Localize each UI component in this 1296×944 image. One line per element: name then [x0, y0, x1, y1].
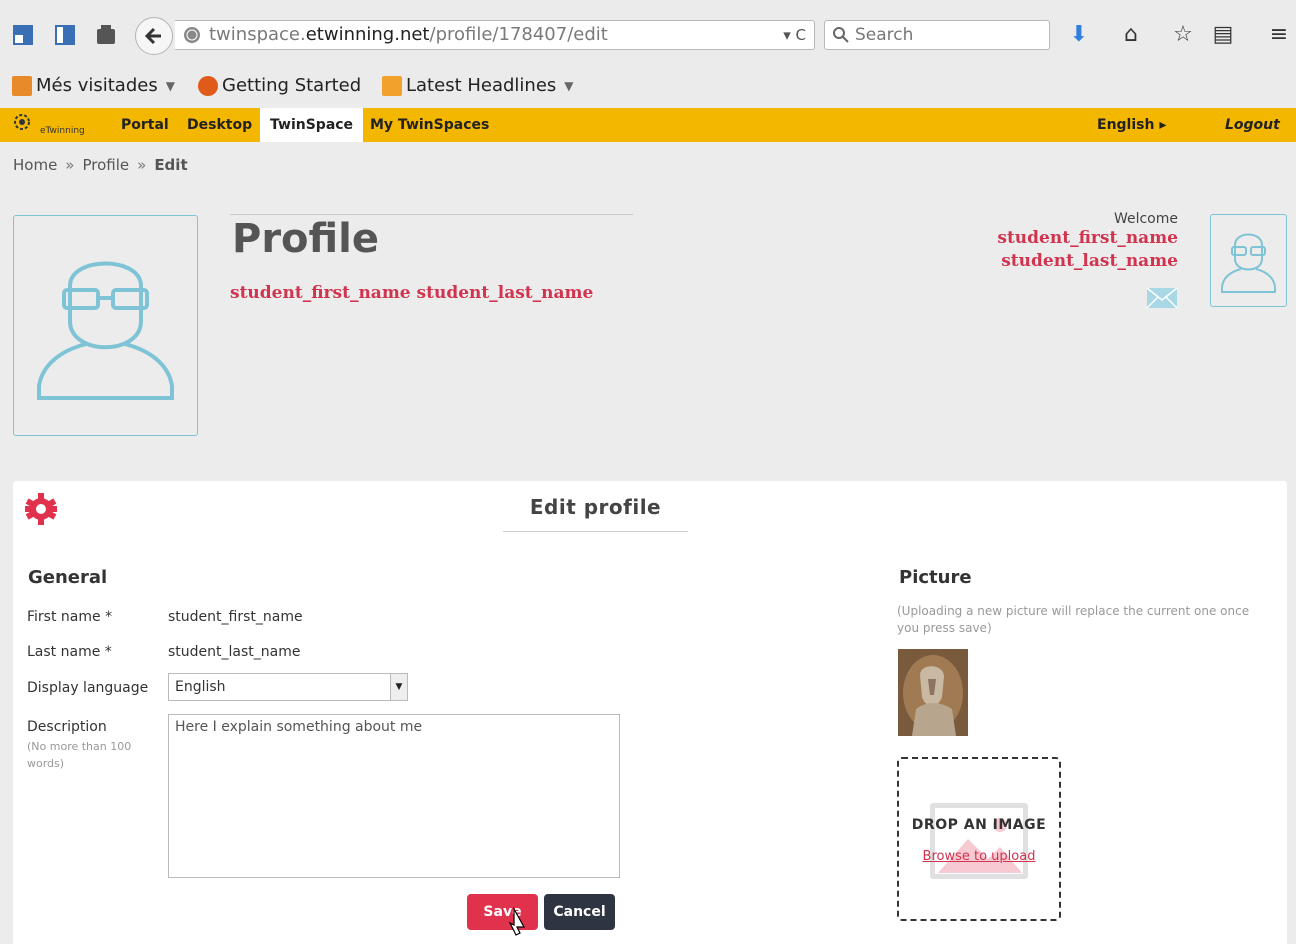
edit-profile-title: Edit profile: [503, 495, 688, 532]
welcome-first-name[interactable]: student_first_name: [997, 227, 1178, 250]
chevron-down-icon: ▼: [564, 79, 574, 93]
chevron-down-icon: ▼: [165, 79, 175, 93]
nav-my-twinspaces[interactable]: My TwinSpaces: [370, 108, 489, 142]
first-name-value: student_first_name: [168, 609, 303, 625]
search-icon: [833, 27, 849, 43]
reload-button[interactable]: ▾ C: [783, 21, 806, 49]
breadcrumb: Home » Profile » Edit: [13, 156, 188, 174]
welcome-label: Welcome: [1113, 211, 1178, 227]
folder-icon: [12, 76, 32, 96]
display-language-select[interactable]: English ▼: [168, 673, 408, 701]
bookmark-label: Latest Headlines: [406, 75, 557, 96]
reading-list-icon[interactable]: ▤: [1210, 22, 1236, 48]
breadcrumb-separator: »: [65, 156, 75, 174]
url-path: /profile/178407/edit: [429, 24, 608, 45]
page-title: Profile: [232, 216, 380, 262]
nav-portal[interactable]: Portal: [121, 108, 169, 142]
nav-desktop[interactable]: Desktop: [187, 108, 252, 142]
last-name-value: student_last_name: [168, 644, 301, 660]
image-placeholder-icon: [930, 803, 1028, 879]
gear-icon[interactable]: [24, 492, 58, 526]
nav-twinspace[interactable]: TwinSpace: [260, 108, 364, 142]
general-heading: General: [28, 567, 108, 588]
profile-full-name[interactable]: student_first_name student_last_name: [230, 283, 593, 303]
bookmark-label: Més visitades: [36, 75, 158, 96]
last-name-label: Last name *: [27, 644, 112, 660]
logout-link[interactable]: Logout: [1225, 108, 1280, 142]
breadcrumb-current: Edit: [154, 156, 188, 174]
rss-icon: [382, 76, 402, 96]
sidebar-icon[interactable]: [54, 24, 76, 46]
globe-icon: [184, 27, 200, 43]
breadcrumb-home[interactable]: Home: [13, 156, 57, 174]
picture-heading: Picture: [899, 567, 972, 588]
bookmark-label: Getting Started: [222, 75, 362, 96]
browse-upload-link[interactable]: Browse to upload: [899, 849, 1059, 864]
chevron-down-icon[interactable]: ▼: [390, 674, 407, 700]
bookmark-star-icon[interactable]: ☆: [1170, 22, 1196, 48]
url-bar[interactable]: twinspace.etwinning.net/profile/178407/e…: [175, 20, 815, 50]
picture-hint: (Uploading a new picture will replace th…: [897, 604, 1250, 635]
back-button[interactable]: [135, 17, 173, 55]
url-prefix: twinspace.: [209, 24, 306, 45]
user-avatar-icon: [37, 261, 174, 400]
bookmark-latest-headlines[interactable]: Latest Headlines ▼: [382, 74, 574, 98]
download-icon[interactable]: ⬇: [1066, 22, 1092, 48]
profile-picture-thumbnail[interactable]: [898, 649, 968, 736]
first-name-label: First name *: [27, 609, 113, 625]
image-dropzone[interactable]: DROP AN IMAGE Browse to upload: [897, 757, 1061, 921]
description-textarea[interactable]: Here I explain something about me: [168, 714, 620, 878]
language-selector[interactable]: English ▸: [1097, 108, 1166, 142]
logo-text: eTwinning: [40, 126, 85, 136]
display-language-label: Display language: [27, 680, 149, 696]
etwinning-header: eTwinning Portal Desktop TwinSpace My Tw…: [0, 108, 1296, 142]
back-arrow-icon: [144, 27, 161, 45]
bookmarks-bar: Més visitades ▼ Getting Started Latest He…: [0, 66, 1296, 104]
window-icon[interactable]: [12, 24, 34, 46]
menu-icon[interactable]: ≡: [1266, 22, 1292, 48]
description-hint: (No more than 100 words): [27, 740, 132, 770]
pocket-icon[interactable]: [95, 24, 117, 46]
edit-profile-panel: Edit profile General First name * studen…: [13, 481, 1287, 944]
etwinning-logo[interactable]: eTwinning: [12, 112, 98, 140]
etwinning-logo-icon: [14, 114, 30, 130]
mail-icon[interactable]: [1146, 287, 1178, 309]
breadcrumb-profile[interactable]: Profile: [82, 156, 129, 174]
cancel-button[interactable]: Cancel: [544, 894, 615, 930]
avatar[interactable]: [1210, 214, 1287, 307]
url-domain: etwinning.net: [305, 24, 430, 45]
welcome-box: Welcome student_first_name student_last_…: [997, 211, 1178, 273]
description-label: Description: [27, 719, 107, 735]
breadcrumb-separator: »: [137, 156, 147, 174]
search-input[interactable]: Search: [824, 20, 1050, 50]
home-icon[interactable]: ⌂: [1118, 22, 1144, 48]
search-placeholder: Search: [855, 25, 914, 45]
bookmark-most-visited[interactable]: Més visitades ▼: [12, 74, 175, 98]
profile-title-divider: [230, 214, 633, 215]
avatar: [13, 215, 198, 436]
user-avatar-icon: [1221, 233, 1276, 293]
welcome-last-name[interactable]: student_last_name: [997, 250, 1178, 273]
browser-toolbar: twinspace.etwinning.net/profile/178407/e…: [0, 0, 1296, 66]
firefox-icon: [198, 76, 218, 96]
mouse-cursor-icon: [508, 907, 526, 936]
dropzone-title: DROP AN IMAGE: [911, 817, 1047, 833]
bookmark-getting-started[interactable]: Getting Started: [198, 74, 361, 98]
display-language-value: English: [175, 679, 226, 695]
